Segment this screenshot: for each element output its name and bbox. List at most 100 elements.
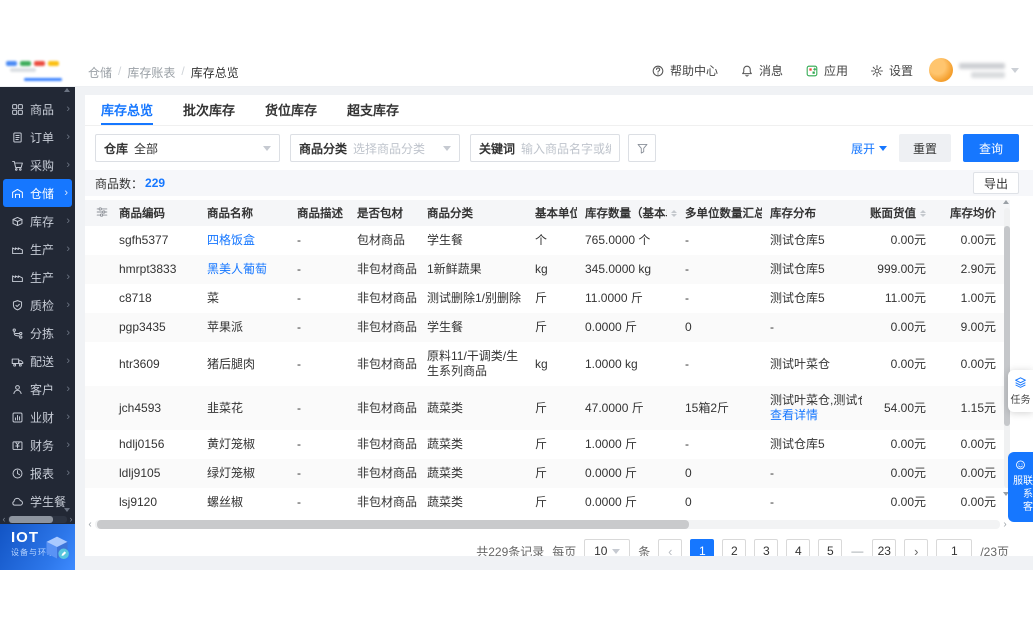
sidebar-horizontal-scrollbar[interactable]: ‹ ›	[0, 514, 75, 524]
column-header-qty[interactable]: 库存数量（基本单位）	[581, 200, 681, 226]
tab[interactable]: 批次库存	[183, 95, 235, 125]
sidebar-item[interactable]: 生产 ›	[0, 235, 75, 263]
table-horizontal-scrollbar[interactable]: ‹ ›	[85, 519, 1010, 530]
sidebar-item[interactable]: 财务 ›	[0, 431, 75, 459]
column-settings-header[interactable]	[85, 200, 115, 226]
user-menu[interactable]	[929, 58, 1019, 82]
cell-desc: -	[297, 437, 301, 451]
sidebar-item[interactable]: 报表 ›	[0, 459, 75, 487]
scrollbar-track[interactable]	[8, 515, 67, 523]
cell-qty: 11.0000 斤	[585, 291, 643, 305]
sidebar-item-label: 质检	[30, 298, 55, 313]
search-button[interactable]: 查询	[962, 134, 1019, 162]
page-button[interactable]: 23	[872, 539, 897, 556]
tab[interactable]: 货位库存	[265, 95, 317, 125]
sort-icon[interactable]	[920, 209, 926, 217]
cell-name: 四格饭盒	[203, 226, 293, 255]
column-header-dist: 库存分布	[766, 200, 866, 226]
sidebar-item[interactable]: 订单 ›	[0, 123, 75, 151]
warehouse-select[interactable]: 仓库 全部	[95, 134, 280, 162]
page-button[interactable]: 3	[754, 539, 779, 556]
breadcrumb-item[interactable]: 仓储	[88, 64, 112, 81]
sort-icon[interactable]	[671, 209, 677, 217]
page-button[interactable]: 5	[818, 539, 843, 556]
expand-toggle[interactable]: 展开	[851, 140, 887, 157]
sidebar-item-label: 仓储	[30, 186, 55, 201]
page-button[interactable]: 4	[786, 539, 811, 556]
header-action-apps[interactable]: 应用	[805, 62, 848, 79]
tab[interactable]: 超支库存	[347, 95, 399, 125]
cell-cat: 蔬菜类	[427, 466, 464, 480]
cell-pack: 非包材商品	[357, 400, 418, 415]
scroll-left-icon[interactable]: ‹	[85, 519, 95, 530]
table-row: htr3609 猪后腿肉 - 非包材商品 原料11/干调类/生生系列商品 kg 1.0000…	[85, 342, 1010, 386]
app-window: 仓储 / 库存账表 / 库存总览 帮助中心 消息 应用 设置 商品 › 订单 › 采购 › 仓储 › 库存 › 生…	[0, 0, 1033, 622]
customer-service-widget[interactable]: 联系客服	[1008, 452, 1033, 522]
page-jump-input[interactable]: 1	[936, 539, 973, 556]
logo-swoosh	[24, 78, 62, 81]
sidebar-item[interactable]: 库存 ›	[0, 207, 75, 235]
chevron-right-icon: ›	[66, 242, 70, 255]
view-detail-link[interactable]: 查看详情	[770, 408, 862, 423]
prev-page-button[interactable]: ‹	[658, 539, 683, 556]
scrollbar-track[interactable]	[95, 520, 1000, 529]
table-row: c8718 菜 - 非包材商品 测试删除1/别删除斤 11.0000 斤 - 测试仓库5 11.…	[85, 284, 1010, 313]
cell-name: 苹果派	[207, 320, 244, 334]
page-button[interactable]: 1	[690, 539, 715, 556]
cell-multi: 0	[685, 320, 692, 334]
column-label: 库存数量（基本单位）	[585, 208, 667, 220]
scroll-up-icon[interactable]	[1003, 200, 1009, 204]
header-action-gear[interactable]: 设置	[870, 62, 913, 79]
column-label: 多单位数量汇总	[685, 208, 762, 220]
task-widget[interactable]: 任务	[1008, 370, 1033, 412]
page-button[interactable]: 2	[722, 539, 747, 556]
chevron-down-icon	[263, 145, 271, 151]
cell-pack: 非包材商品	[357, 262, 418, 276]
sidebar-item[interactable]: 配送 ›	[0, 347, 75, 375]
breadcrumb-item[interactable]: 库存账表	[127, 64, 175, 81]
sidebar-item[interactable]: 仓储 ›	[3, 179, 72, 207]
tab[interactable]: 库存总览	[101, 95, 154, 125]
chevron-down-icon	[612, 548, 621, 554]
cell-dist: 测试仓库5	[770, 262, 825, 276]
category-select[interactable]: 商品分类 选择商品分类	[290, 134, 460, 162]
reset-button[interactable]: 重置	[898, 134, 951, 162]
advanced-filter-button[interactable]	[628, 134, 656, 162]
next-page-button[interactable]: ›	[904, 539, 929, 556]
chevron-right-icon: ›	[66, 410, 70, 423]
sidebar-scroll-down-icon[interactable]	[64, 508, 70, 512]
cell-pack: 包材商品	[357, 233, 406, 247]
sidebar-item[interactable]: 商品 ›	[0, 95, 75, 123]
scrollbar-thumb[interactable]	[97, 520, 689, 529]
cell-pack: 非包材商品	[357, 466, 418, 480]
column-header-value[interactable]: 账面货值	[866, 200, 940, 226]
export-button[interactable]: 导出	[972, 172, 1019, 194]
sidebar-item[interactable]: 质检 ›	[0, 291, 75, 319]
bell-icon	[742, 65, 752, 76]
cell-multi: -	[685, 262, 689, 276]
keyword-input[interactable]: 关键词 输入商品名字或编号搜索	[470, 134, 620, 162]
product-link[interactable]: 黑美人葡萄	[207, 262, 267, 276]
sidebar-item[interactable]: 采购 ›	[0, 151, 75, 179]
header-action-label: 消息	[758, 64, 783, 78]
iot-banner[interactable]: IOT 设备与环境	[0, 524, 75, 570]
page-size-select[interactable]: 10	[584, 539, 631, 556]
sidebar-item[interactable]: 生产 ›	[0, 263, 75, 291]
sidebar-item[interactable]: 分拣 ›	[0, 319, 75, 347]
header-action-help[interactable]: 帮助中心	[651, 62, 718, 79]
scrollbar-thumb[interactable]	[9, 515, 53, 523]
sidebar-scroll-up-icon[interactable]	[64, 88, 70, 92]
scroll-right-icon[interactable]: ›	[1000, 519, 1010, 530]
keyword-placeholder: 输入商品名字或编号搜索	[521, 141, 611, 156]
cell-value: 11.00元	[884, 291, 926, 305]
table-vertical-scrollbar[interactable]	[1003, 200, 1011, 496]
header-action-label: 帮助中心	[669, 64, 718, 78]
scroll-left-icon[interactable]: ‹	[0, 514, 8, 524]
cell-value: 0.00元	[890, 356, 926, 371]
header-action-bell[interactable]: 消息	[740, 62, 783, 79]
product-link[interactable]: 四格饭盒	[207, 233, 255, 247]
sidebar-item[interactable]: 业财 ›	[0, 403, 75, 431]
scroll-right-icon[interactable]: ›	[67, 514, 75, 524]
sidebar-item[interactable]: 客户 ›	[0, 375, 75, 403]
avatar[interactable]	[929, 58, 953, 82]
